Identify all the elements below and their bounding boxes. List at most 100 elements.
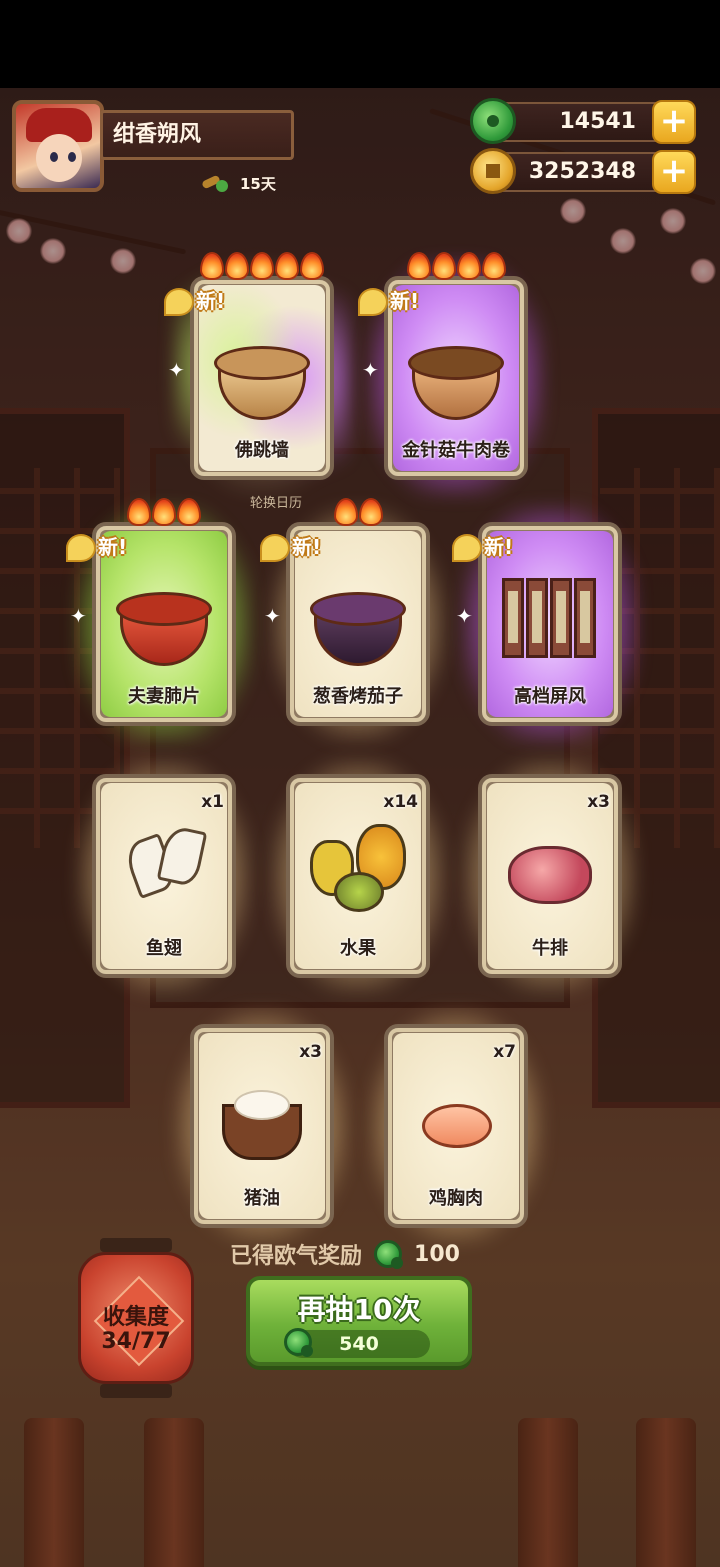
sparkle-icon: ✦ bbox=[264, 604, 281, 628]
jade-currency: 14541 + bbox=[470, 98, 696, 144]
railing-post bbox=[636, 1418, 696, 1567]
card-steak[interactable]: x3 牛排 bbox=[462, 758, 638, 994]
railing-post bbox=[518, 1418, 578, 1567]
railing-post bbox=[24, 1418, 84, 1567]
card-fuqi-feipian[interactable]: 新! ✦ 夫妻肺片 bbox=[66, 498, 252, 742]
fin-piece bbox=[156, 824, 208, 888]
flame-rating bbox=[92, 498, 236, 526]
dish-top bbox=[214, 346, 310, 380]
flame-icon bbox=[127, 498, 151, 526]
card-screen[interactable]: 新! ✦ 高档屏风 bbox=[452, 506, 638, 742]
flame-rating bbox=[286, 498, 430, 526]
reward-amount: 100 bbox=[414, 1241, 460, 1267]
card-name: 牛排 bbox=[532, 938, 568, 959]
status-bar-area bbox=[0, 0, 720, 88]
card-fruit[interactable]: x14 水果 bbox=[270, 758, 446, 994]
chicken-piece bbox=[422, 1104, 492, 1148]
card-chicken-breast[interactable]: x7 鸡胸肉 bbox=[368, 1008, 544, 1244]
chicken-breast-icon bbox=[402, 1064, 510, 1174]
pot-dish-icon bbox=[208, 316, 316, 426]
flame-icon bbox=[358, 498, 383, 526]
card-name: 鱼翅 bbox=[146, 938, 182, 959]
flame-icon bbox=[225, 252, 249, 280]
days-value: 15天 bbox=[240, 174, 276, 193]
sparkle-icon: ✦ bbox=[70, 604, 87, 628]
new-badge: 新! bbox=[164, 284, 250, 320]
railing-post bbox=[144, 1418, 204, 1567]
new-label: 新! bbox=[98, 535, 128, 559]
beef-roll-dish-icon bbox=[402, 316, 510, 426]
eggplant-dish-icon bbox=[304, 562, 412, 672]
card-name: 葱香烤茄子 bbox=[313, 686, 403, 707]
screen-panel bbox=[574, 578, 596, 658]
flame-icon bbox=[431, 252, 456, 280]
card-eggplant[interactable]: 新! ✦ 葱香烤茄子 bbox=[260, 498, 446, 742]
steak-icon bbox=[496, 814, 604, 924]
collection-lantern[interactable]: 收集度 34/77 bbox=[78, 1238, 194, 1398]
dish-top bbox=[116, 592, 212, 626]
sparkle-icon: ✦ bbox=[168, 358, 185, 382]
card-shark-fin[interactable]: x1 鱼翅 bbox=[76, 758, 252, 994]
lard-bowl-icon bbox=[208, 1064, 316, 1174]
screen-panel bbox=[502, 578, 524, 658]
card-name: 夫妻肺片 bbox=[128, 686, 200, 707]
flame-icon bbox=[200, 252, 224, 280]
flame-rating bbox=[384, 252, 528, 280]
screen-panel bbox=[550, 578, 572, 658]
card-quantity: x14 bbox=[383, 792, 418, 812]
key-icon bbox=[200, 172, 234, 194]
card-enoki-beef-roll[interactable]: 新! ✦ 金针菇牛肉卷 bbox=[358, 252, 544, 496]
collection-progress: 34/77 bbox=[101, 1329, 171, 1354]
card-lard[interactable]: x3 猪油 bbox=[174, 1008, 350, 1244]
dish-top bbox=[408, 346, 504, 380]
new-badge: 新! bbox=[358, 284, 444, 320]
jade-value: 14541 bbox=[559, 109, 636, 134]
draw-cost-value: 540 bbox=[339, 1333, 379, 1355]
card-quantity: x7 bbox=[493, 1042, 516, 1062]
add-gold-button[interactable]: + bbox=[652, 150, 696, 194]
flame-rating bbox=[190, 252, 334, 280]
days-counter: 15天 bbox=[200, 172, 276, 194]
reward-label: 已得欧气奖励 bbox=[230, 1244, 363, 1269]
new-badge: 新! bbox=[260, 530, 346, 566]
draw-button-label: 再抽10次 bbox=[297, 1293, 421, 1326]
card-quantity: x3 bbox=[299, 1042, 322, 1062]
card-name: 猪油 bbox=[244, 1188, 280, 1209]
shark-fin-icon bbox=[110, 814, 218, 924]
avatar-eye bbox=[50, 152, 58, 162]
card-name: 金针菇牛肉卷 bbox=[402, 440, 510, 461]
lantern-cap bbox=[100, 1238, 172, 1252]
collection-label: 收集度 bbox=[102, 1305, 169, 1330]
draw-cost: 540 bbox=[284, 1328, 430, 1358]
card-name: 鸡胸肉 bbox=[429, 1188, 483, 1209]
new-badge: 新! bbox=[66, 530, 152, 566]
card-name: 高档屏风 bbox=[514, 686, 586, 707]
flame-icon bbox=[152, 498, 176, 526]
lucky-reward: 已得欧气奖励 100 bbox=[230, 1238, 460, 1270]
draw-again-button[interactable]: 再抽10次 540 bbox=[246, 1276, 472, 1366]
card-fotiaoqiang[interactable]: 新! ✦ 佛跳墙 bbox=[164, 252, 350, 496]
sparkle-icon: ✦ bbox=[456, 604, 473, 628]
flame-icon bbox=[481, 252, 506, 280]
flame-icon bbox=[456, 252, 481, 280]
card-name: 水果 bbox=[340, 938, 376, 959]
steak-meat bbox=[508, 846, 592, 904]
jade-icon bbox=[470, 98, 516, 144]
card-name: 佛跳墙 bbox=[235, 440, 289, 461]
avatar-eye bbox=[68, 152, 76, 162]
flame-icon bbox=[333, 498, 358, 526]
add-jade-button[interactable]: + bbox=[652, 100, 696, 144]
lantern-body: 收集度 34/77 bbox=[78, 1252, 194, 1384]
flame-icon bbox=[275, 252, 299, 280]
gold-value: 3252348 bbox=[528, 159, 636, 184]
screen-panel bbox=[526, 578, 548, 658]
flame-icon bbox=[300, 252, 324, 280]
card-quantity: x1 bbox=[201, 792, 224, 812]
new-label: 新! bbox=[390, 289, 420, 313]
sliced-beef-dish-icon bbox=[110, 562, 218, 672]
new-label: 新! bbox=[484, 535, 514, 559]
player-avatar[interactable] bbox=[12, 100, 104, 192]
sparkle-icon: ✦ bbox=[362, 358, 379, 382]
new-label: 新! bbox=[292, 535, 322, 559]
coin-icon bbox=[470, 148, 516, 194]
